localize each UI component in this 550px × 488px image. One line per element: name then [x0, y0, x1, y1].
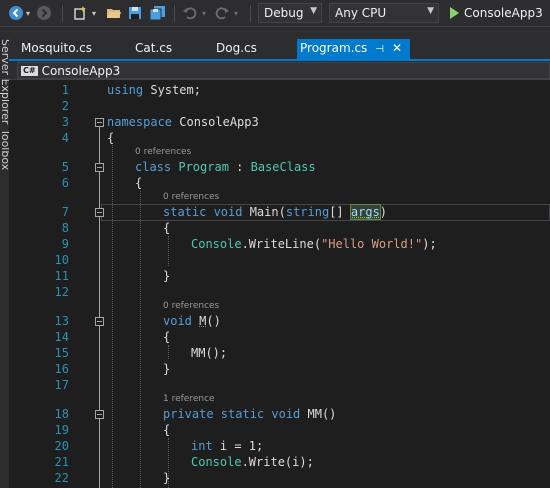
toolbar-separator [250, 5, 251, 22]
new-project-icon[interactable] [72, 4, 88, 22]
save-icon[interactable] [127, 4, 143, 22]
code-line: } [163, 362, 171, 376]
outline-line [99, 126, 100, 488]
indent-guide [168, 236, 169, 266]
document-tab-bar: Mosquito.cs Cat.cs Dog.cs Program.cs ⊣ ✕ [9, 27, 550, 61]
toolbar-separator [174, 5, 175, 22]
line-number: 1 [61, 83, 69, 97]
tab-label: Mosquito.cs [21, 41, 93, 55]
indent-guide [112, 145, 113, 488]
line-number: 2 [61, 99, 69, 113]
tab-label: Program.cs [300, 41, 368, 55]
tab-program[interactable]: Program.cs ⊣ ✕ [297, 39, 410, 59]
navigation-bar: C# ConsoleApp3 [9, 61, 550, 80]
undo-dropdown-icon[interactable]: ▾ [200, 4, 208, 22]
save-all-icon[interactable] [149, 4, 167, 22]
line-number: 20 [54, 439, 69, 453]
start-button[interactable]: ConsoleApp3 [450, 3, 543, 23]
undo-icon[interactable] [182, 4, 198, 22]
tab-label: Dog.cs [216, 41, 257, 55]
code-editor[interactable]: 1 2 3 4 5 6 7 8 9 10 11 12 13 14 15 16 1… [9, 81, 550, 488]
indent-guide [168, 345, 169, 359]
code-line: { [135, 176, 143, 190]
code-line: { [163, 423, 171, 437]
project-name: ConsoleApp3 [41, 63, 121, 78]
pin-icon[interactable]: ⊣ [375, 44, 384, 55]
code-line: private static void MM() [163, 407, 337, 421]
line-number: 14 [54, 330, 69, 344]
line-number: 11 [54, 269, 69, 283]
back-dropdown-icon[interactable]: ▾ [24, 4, 32, 22]
codelens-references[interactable]: 1 reference [163, 394, 215, 404]
collapse-icon[interactable] [95, 163, 104, 172]
line-number: 17 [54, 378, 69, 392]
chevron-down-icon: ▼ [427, 6, 434, 16]
code-line: } [163, 269, 171, 283]
code-line: { [107, 131, 115, 145]
code-line: Console.WriteLine("Hello World!"); [191, 237, 437, 251]
codelens-references[interactable]: 0 references [163, 301, 219, 311]
toolbar-separator [62, 5, 63, 22]
collapse-icon[interactable] [95, 317, 104, 326]
side-tool-strip: Server Explorer Toolbox [0, 27, 9, 488]
toolbar: ▾ ▾ ▾ ▾ Debug ▼ Any CPU ▼ ConsoleApp3 [0, 0, 550, 27]
configuration-value: Debug [264, 6, 304, 20]
platform-value: Any CPU [335, 6, 387, 20]
tab-dog[interactable]: Dog.cs [216, 39, 257, 59]
redo-icon[interactable] [214, 4, 230, 22]
line-number: 7 [61, 205, 69, 219]
line-number: 21 [54, 455, 69, 469]
tab-label: Cat.cs [135, 41, 173, 55]
indent-guide [140, 191, 141, 488]
tab-mosquito[interactable]: Mosquito.cs [21, 39, 92, 59]
line-number: 3 [61, 115, 69, 129]
project-dropdown[interactable]: C# ConsoleApp3 [17, 62, 550, 79]
tab-cat[interactable]: Cat.cs [135, 39, 172, 59]
play-icon [450, 7, 459, 19]
code-line: MM(); [191, 346, 228, 360]
start-project-label: ConsoleApp3 [464, 6, 543, 20]
codelens-references[interactable]: 0 references [163, 192, 219, 202]
code-line: int i = 1; [191, 439, 264, 453]
collapse-icon[interactable] [95, 118, 104, 127]
unused-parameter-highlight[interactable]: args [349, 204, 381, 220]
line-number: 15 [54, 346, 69, 360]
new-dropdown-icon[interactable]: ▾ [90, 4, 98, 22]
code-line: static void Main(string[] args) [163, 204, 388, 220]
code-line: class Program : BaseClass [135, 160, 316, 174]
line-number: 8 [61, 221, 69, 235]
forward-icon[interactable] [36, 4, 52, 22]
code-line: using System; [107, 83, 201, 97]
close-icon[interactable]: ✕ [392, 41, 402, 55]
line-number: 22 [54, 471, 69, 485]
back-icon[interactable] [8, 4, 24, 22]
codelens-references[interactable]: 0 references [135, 147, 191, 157]
line-number: 19 [54, 423, 69, 437]
redo-dropdown-icon[interactable]: ▾ [232, 4, 240, 22]
collapse-icon[interactable] [95, 208, 104, 217]
line-number: 4 [61, 131, 69, 145]
code-line: } [163, 471, 171, 485]
line-number: 6 [61, 176, 69, 190]
platform-dropdown[interactable]: Any CPU ▼ [329, 3, 439, 23]
chevron-down-icon: ▼ [310, 6, 317, 16]
collapse-icon[interactable] [95, 410, 104, 419]
code-line: void M() [163, 314, 221, 328]
configuration-dropdown[interactable]: Debug ▼ [258, 3, 322, 23]
open-folder-icon[interactable] [106, 4, 122, 22]
line-number: 13 [54, 314, 69, 328]
line-number: 9 [61, 237, 69, 251]
line-number: 16 [54, 362, 69, 376]
code-line: Console.Write(i); [191, 455, 314, 469]
line-number: 5 [61, 160, 69, 174]
code-line: namespace ConsoleApp3 [107, 115, 259, 129]
line-number: 10 [54, 253, 69, 267]
side-tab-server-explorer[interactable]: Server Explorer [0, 39, 9, 124]
line-number: 18 [54, 407, 69, 421]
code-line: { [163, 330, 171, 344]
line-number: 12 [54, 285, 69, 299]
code-line: { [163, 221, 171, 235]
csharp-project-icon: C# [21, 65, 38, 76]
side-tab-toolbox[interactable]: Toolbox [0, 129, 9, 170]
